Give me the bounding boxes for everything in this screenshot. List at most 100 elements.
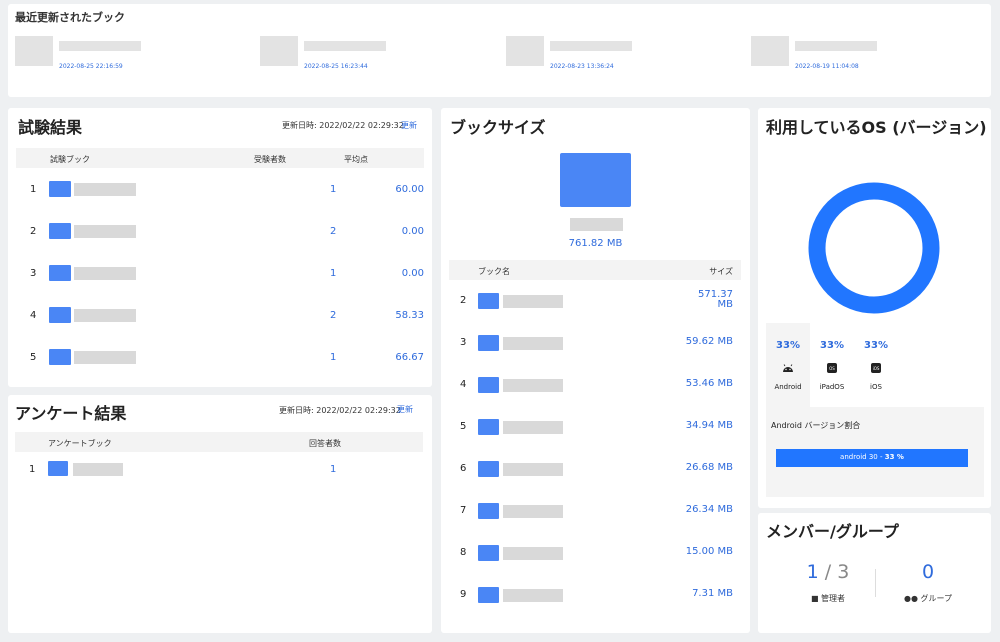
book-size-value[interactable]: 34.94 MB <box>653 421 733 431</box>
table-row[interactable]: 3 59.62 MB <box>449 322 741 364</box>
col-examinees: 受験者数 <box>254 155 286 164</box>
table-row[interactable]: 9 7.31 MB <box>449 574 741 616</box>
book-size-value[interactable]: 53.46 MB <box>653 379 733 389</box>
admin-count-stat[interactable]: 1 / 3 <box>778 561 878 583</box>
col-size: サイズ <box>709 267 733 276</box>
average-score[interactable]: 60.00 <box>395 184 424 195</box>
version-bar[interactable]: android 30 - 33 % <box>776 449 968 467</box>
table-row[interactable]: 7 26.34 MB <box>449 490 741 532</box>
book-title-placeholder <box>59 41 141 51</box>
book-thumbnail <box>478 377 499 393</box>
table-row[interactable]: 4 53.46 MB <box>449 364 741 406</box>
book-title-placeholder <box>503 295 563 308</box>
recent-book-date: 2022-08-19 11:04:08 <box>795 63 859 70</box>
exam-updated-time: 更新日時: 2022/02/22 02:29:32 <box>282 121 404 130</box>
book-thumbnail <box>478 545 499 561</box>
largest-book-thumbnail[interactable] <box>560 153 631 207</box>
recent-book-item[interactable]: 2022-08-25 16:23:44 <box>260 36 460 76</box>
group-count[interactable]: 0 <box>878 561 978 583</box>
table-row[interactable]: 1 1 60.00 <box>16 168 424 210</box>
recent-book-item[interactable]: 2022-08-19 11:04:08 <box>751 36 951 76</box>
examinee-count[interactable]: 2 <box>330 226 336 237</box>
table-row[interactable]: 2 2 0.00 <box>16 210 424 252</box>
survey-results-card: アンケート結果 更新日時: 2022/02/22 02:29:32 更新 アンケ… <box>8 395 432 633</box>
col-book-name: ブック名 <box>478 267 510 276</box>
group-caption: ●● グループ <box>878 593 978 604</box>
admin-count: 1 <box>806 561 819 583</box>
os-tab-ios[interactable]: 33% iOS iOS <box>854 323 898 407</box>
book-thumbnail <box>48 461 68 476</box>
os-tabs-panel: 33% Android 33% OS iPadOS 33% iOS iOS An… <box>766 323 984 497</box>
table-row[interactable]: 6 26.68 MB <box>449 448 741 490</box>
row-rank: 5 <box>460 421 467 432</box>
book-thumbnail <box>478 419 499 435</box>
book-thumbnail <box>506 36 544 66</box>
row-rank: 5 <box>30 352 37 363</box>
book-size-value[interactable]: 26.34 MB <box>653 505 733 515</box>
row-rank: 2 <box>460 295 467 306</box>
recent-book-item[interactable]: 2022-08-23 13:36:24 <box>506 36 706 76</box>
examinee-count[interactable]: 2 <box>330 310 336 321</box>
book-thumbnail <box>49 265 71 281</box>
survey-table-header: アンケートブック 回答者数 <box>15 432 423 452</box>
book-title-placeholder <box>73 463 123 476</box>
book-thumbnail <box>478 461 499 477</box>
os-tab-android[interactable]: 33% Android <box>766 323 810 407</box>
survey-results-title: アンケート結果 <box>15 404 127 423</box>
ios-icon: iOS <box>871 363 881 373</box>
admin-caption: ■ 管理者 <box>778 593 878 604</box>
exam-update-link[interactable]: 更新 <box>401 120 417 131</box>
table-row[interactable]: 8 15.00 MB <box>449 532 741 574</box>
examinee-count[interactable]: 1 <box>330 352 336 363</box>
average-score[interactable]: 66.67 <box>395 352 424 363</box>
row-rank: 4 <box>460 379 467 390</box>
book-size-value[interactable]: 571.37 MB <box>697 290 733 310</box>
os-tab-ipados[interactable]: 33% OS iPadOS <box>810 323 854 407</box>
os-donut-chart <box>808 182 940 314</box>
ipados-icon: OS <box>827 363 837 373</box>
book-title-placeholder <box>74 267 136 280</box>
average-score[interactable]: 58.33 <box>395 310 424 321</box>
row-rank: 9 <box>460 589 467 600</box>
android-icon <box>783 364 793 372</box>
row-rank: 1 <box>30 184 37 195</box>
count-separator: / <box>824 561 832 583</box>
book-thumbnail <box>751 36 789 66</box>
group-label: グループ <box>920 594 953 603</box>
examinee-count[interactable]: 1 <box>330 184 336 195</box>
survey-update-link[interactable]: 更新 <box>397 404 413 415</box>
book-thumbnail <box>478 503 499 519</box>
exam-results-card: 試験結果 更新日時: 2022/02/22 02:29:32 更新 試験ブック … <box>8 108 432 387</box>
table-row[interactable]: 4 2 58.33 <box>16 294 424 336</box>
col-respondents: 回答者数 <box>309 439 341 448</box>
book-thumbnail <box>478 335 499 351</box>
book-size-value[interactable]: 26.68 MB <box>653 463 733 473</box>
book-title-placeholder <box>503 589 563 602</box>
recent-book-item[interactable]: 2022-08-25 22:16:59 <box>15 36 215 76</box>
table-row[interactable]: 5 1 66.67 <box>16 336 424 378</box>
respondent-count[interactable]: 1 <box>330 464 336 475</box>
os-tabs-filler <box>898 323 984 407</box>
exam-table-header: 試験ブック 受験者数 平均点 <box>16 148 424 168</box>
average-score[interactable]: 0.00 <box>402 226 424 237</box>
book-size-value[interactable]: 59.62 MB <box>653 337 733 347</box>
version-percent: 33 % <box>884 453 904 461</box>
book-thumbnail <box>15 36 53 66</box>
table-row[interactable]: 2 571.37 MB <box>449 280 741 322</box>
recent-book-date: 2022-08-23 13:36:24 <box>550 63 614 70</box>
examinee-count[interactable]: 1 <box>330 268 336 279</box>
android-percent: 33% <box>776 340 800 351</box>
book-thumbnail <box>49 349 71 365</box>
book-size-value[interactable]: 7.31 MB <box>653 589 733 599</box>
table-row[interactable]: 3 1 0.00 <box>16 252 424 294</box>
row-rank: 4 <box>30 310 37 321</box>
book-size-value[interactable]: 15.00 MB <box>653 547 733 557</box>
largest-book-title-placeholder <box>570 218 623 231</box>
average-score[interactable]: 0.00 <box>402 268 424 279</box>
person-icon: ■ <box>810 594 819 603</box>
book-title-placeholder <box>503 463 563 476</box>
table-row[interactable]: 1 1 <box>15 452 423 486</box>
version-bar-text: android 30 - 33 % <box>840 453 904 461</box>
row-rank: 1 <box>29 464 36 475</box>
table-row[interactable]: 5 34.94 MB <box>449 406 741 448</box>
